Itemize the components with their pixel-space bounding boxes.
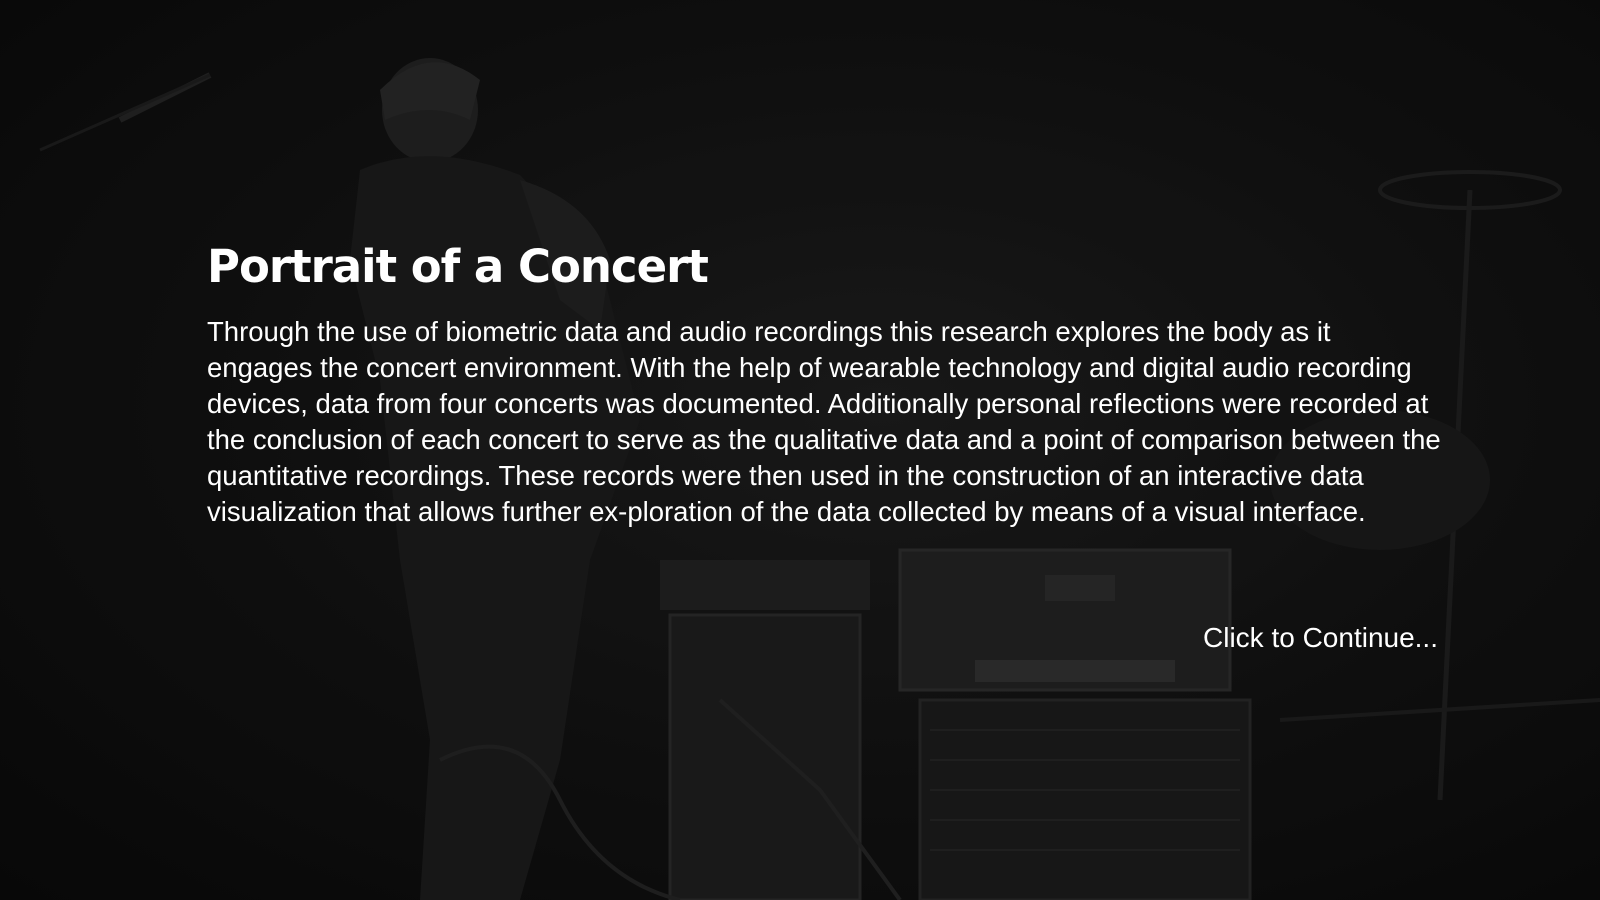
continue-link[interactable]: Click to Continue... xyxy=(1203,622,1438,654)
intro-description: Through the use of biometric data and au… xyxy=(207,316,1441,527)
page-title: Portrait of a Concert xyxy=(207,240,709,293)
intro-screen[interactable]: Portrait of a Concert Through the use of… xyxy=(0,0,1600,900)
intro-content: Portrait of a Concert Through the use of… xyxy=(207,240,1442,530)
